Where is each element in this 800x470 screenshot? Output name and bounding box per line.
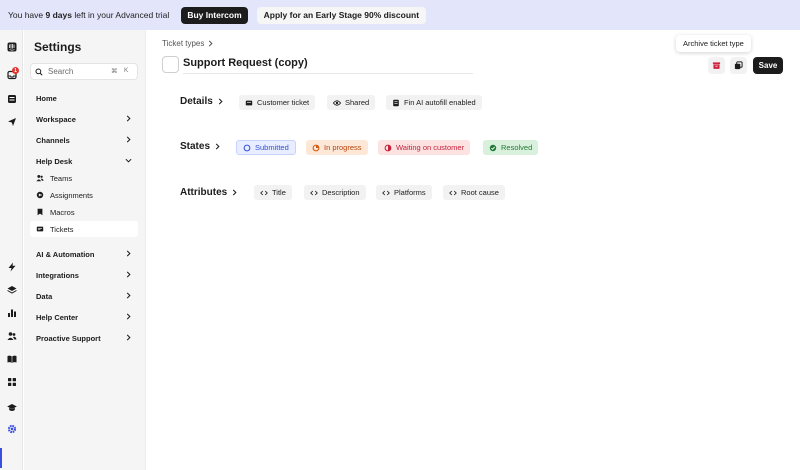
chip-fin-ai-autofill[interactable]: Fin AI autofill enabled bbox=[386, 95, 482, 110]
chevron-down-icon bbox=[125, 157, 132, 164]
apps-icon[interactable] bbox=[6, 376, 17, 387]
sidebar-item-ai-automation[interactable]: AI & Automation bbox=[36, 250, 94, 259]
buy-intercom-button[interactable]: Buy Intercom bbox=[181, 6, 248, 24]
details-label: Details bbox=[180, 96, 213, 107]
sidebar-subitem-assignments[interactable]: Assignments bbox=[30, 187, 138, 203]
sidebar-subitem-macros[interactable]: Macros bbox=[30, 204, 138, 220]
sidebar-item-workspace[interactable]: Workspace bbox=[36, 115, 76, 124]
chip-attribute-title[interactable]: Title bbox=[254, 185, 292, 200]
tickets-icon bbox=[36, 226, 44, 232]
ticket-type-name-input[interactable]: Support Request (copy) bbox=[183, 57, 308, 69]
breadcrumb[interactable]: Ticket types bbox=[162, 39, 214, 48]
search-icon bbox=[35, 67, 43, 76]
attributes-label: Attributes bbox=[180, 187, 228, 198]
states-label: States bbox=[180, 141, 211, 152]
sidebar-subitem-label: Macros bbox=[50, 207, 75, 217]
rail-active-indicator bbox=[0, 448, 2, 468]
code-icon bbox=[449, 190, 457, 195]
check-circle-icon bbox=[489, 144, 497, 151]
details-section-toggle[interactable]: Details bbox=[180, 96, 224, 107]
sidebar-item-integrations[interactable]: Integrations bbox=[36, 271, 79, 280]
chip-attribute-description[interactable]: Description bbox=[304, 185, 366, 200]
teams-icon bbox=[36, 174, 44, 182]
ticket-icon bbox=[245, 100, 253, 105]
lightning-icon[interactable] bbox=[6, 261, 17, 272]
sidebar-subitem-tickets[interactable]: Tickets bbox=[30, 221, 138, 237]
contacts-icon[interactable] bbox=[6, 93, 17, 104]
breadcrumb-ticket-types[interactable]: Ticket types bbox=[162, 39, 204, 48]
layers-icon[interactable] bbox=[6, 284, 17, 295]
sidebar-item-help-desk[interactable]: Help Desk bbox=[36, 157, 72, 166]
sidebar-subitem-teams[interactable]: Teams bbox=[30, 170, 138, 186]
sidebar-item-proactive-support[interactable]: Proactive Support bbox=[36, 334, 101, 343]
sidebar-subitem-label: Assignments bbox=[50, 190, 93, 200]
progress-quarter-icon bbox=[312, 144, 320, 151]
trial-banner: You have 9 days left in your Advanced tr… bbox=[0, 0, 800, 30]
early-stage-discount-button[interactable]: Apply for an Early Stage 90% discount bbox=[256, 6, 427, 24]
archive-tooltip: Archive ticket type bbox=[676, 35, 751, 52]
app-rail: 1 bbox=[0, 30, 23, 470]
sidebar-subitem-label: Tickets bbox=[50, 224, 74, 234]
progress-half-icon bbox=[384, 144, 392, 151]
emoji-picker-button[interactable] bbox=[162, 56, 179, 73]
chip-state-submitted[interactable]: Submitted bbox=[236, 140, 296, 155]
chevron-right-icon bbox=[209, 40, 213, 47]
chevron-right-icon bbox=[218, 98, 223, 105]
sidebar-item-help-center[interactable]: Help Center bbox=[36, 313, 78, 322]
people-icon[interactable] bbox=[6, 330, 17, 341]
chevron-right-icon bbox=[125, 334, 132, 341]
sidebar-item-data[interactable]: Data bbox=[36, 292, 52, 301]
sidebar-subitem-label: Teams bbox=[50, 173, 73, 183]
archive-button[interactable] bbox=[708, 57, 725, 74]
archive-icon bbox=[712, 62, 721, 69]
code-icon bbox=[260, 190, 268, 195]
chevron-right-icon bbox=[215, 143, 220, 150]
reports-icon[interactable] bbox=[6, 307, 17, 318]
chip-state-resolved[interactable]: Resolved bbox=[483, 140, 539, 155]
chip-shared[interactable]: Shared bbox=[327, 95, 376, 110]
chevron-right-icon bbox=[125, 271, 132, 278]
eye-icon bbox=[333, 99, 341, 106]
chevron-right-icon bbox=[125, 292, 132, 299]
states-section-toggle[interactable]: States bbox=[180, 141, 221, 152]
code-icon bbox=[382, 190, 390, 195]
chevron-right-icon bbox=[125, 136, 132, 143]
book-icon[interactable] bbox=[6, 353, 17, 364]
chip-state-in-progress[interactable]: In progress bbox=[306, 140, 368, 155]
chip-attribute-platforms[interactable]: Platforms bbox=[376, 185, 432, 200]
sidebar-item-home[interactable]: Home bbox=[36, 94, 57, 103]
code-icon bbox=[310, 190, 318, 195]
chevron-right-icon bbox=[125, 250, 132, 257]
academy-icon[interactable] bbox=[6, 402, 17, 413]
duplicate-button[interactable] bbox=[730, 57, 747, 74]
settings-title: Settings bbox=[34, 40, 82, 54]
trial-banner-text: You have 9 days left in your Advanced tr… bbox=[8, 10, 170, 20]
chevron-right-icon bbox=[125, 313, 132, 320]
outbound-icon[interactable] bbox=[6, 116, 17, 127]
chip-state-waiting[interactable]: Waiting on customer bbox=[378, 140, 471, 155]
search-input[interactable]: Search ⌘ K bbox=[30, 63, 138, 80]
chevron-right-icon bbox=[233, 189, 237, 196]
macros-icon bbox=[37, 208, 43, 216]
fin-ai-icon bbox=[393, 99, 399, 106]
assignments-icon bbox=[36, 191, 44, 199]
attributes-section-toggle[interactable]: Attributes bbox=[180, 187, 238, 198]
settings-icon[interactable] bbox=[6, 423, 17, 434]
chip-attribute-root-cause[interactable]: Root cause bbox=[443, 185, 505, 200]
chevron-right-icon bbox=[125, 115, 132, 122]
copy-icon bbox=[734, 61, 743, 70]
circle-outline-icon bbox=[243, 144, 251, 151]
settings-sidebar: Settings Search ⌘ K Home Workspace Chann… bbox=[24, 30, 146, 470]
intercom-logo-icon[interactable] bbox=[6, 41, 17, 52]
shortcut-k: K bbox=[124, 67, 129, 74]
notification-badge: 1 bbox=[12, 67, 19, 74]
save-button[interactable]: Save bbox=[753, 57, 783, 74]
chip-customer-ticket[interactable]: Customer ticket bbox=[239, 95, 316, 110]
sidebar-item-channels[interactable]: Channels bbox=[36, 136, 70, 145]
name-underline bbox=[183, 73, 473, 74]
shortcut-cmd: ⌘ bbox=[111, 68, 118, 75]
ticket-type-editor: Ticket types Support Request (copy) Arch… bbox=[146, 30, 800, 470]
search-placeholder: Search bbox=[48, 67, 74, 76]
